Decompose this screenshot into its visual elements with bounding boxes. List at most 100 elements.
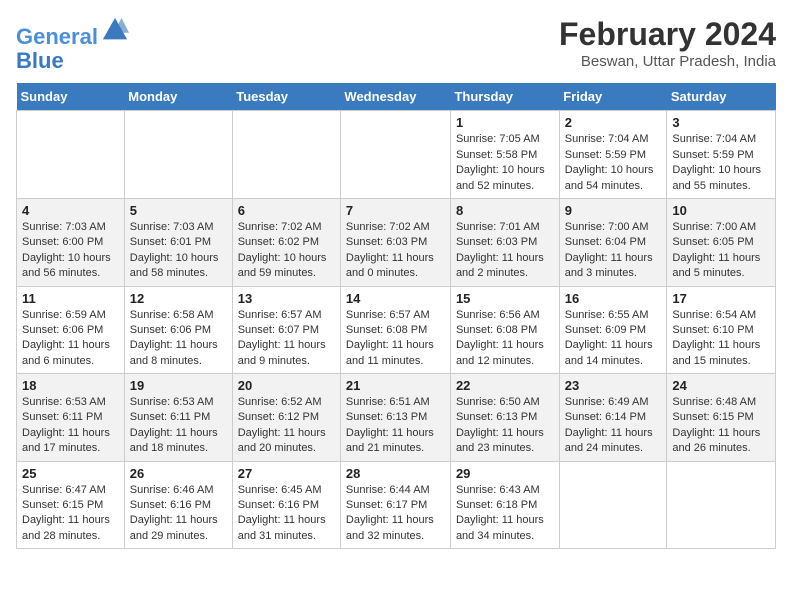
day-info: Sunrise: 6:59 AM Sunset: 6:06 PM Dayligh…	[22, 308, 119, 370]
calendar-cell: 29 Sunrise: 6:43 AM Sunset: 6:18 PM Dayli…	[450, 461, 559, 549]
calendar-table: SundayMondayTuesdayWednesdayThursdayFrid…	[16, 83, 776, 549]
day-info: Sunrise: 6:55 AM Sunset: 6:09 PM Dayligh…	[565, 308, 662, 370]
day-info: Sunrise: 7:01 AM Sunset: 6:03 PM Dayligh…	[456, 220, 554, 282]
calendar-cell	[340, 111, 450, 199]
day-info: Sunrise: 6:46 AM Sunset: 6:16 PM Dayligh…	[130, 483, 227, 545]
day-info: Sunrise: 6:52 AM Sunset: 6:12 PM Dayligh…	[238, 395, 335, 457]
day-info: Sunrise: 6:57 AM Sunset: 6:07 PM Dayligh…	[238, 308, 335, 370]
day-info: Sunrise: 7:02 AM Sunset: 6:02 PM Dayligh…	[238, 220, 335, 282]
calendar-cell: 14 Sunrise: 6:57 AM Sunset: 6:08 PM Dayli…	[340, 286, 450, 374]
calendar-cell	[667, 461, 776, 549]
day-number: 9	[565, 203, 662, 218]
weekday-header-sunday: Sunday	[17, 83, 125, 111]
day-number: 1	[456, 115, 554, 130]
weekday-header-wednesday: Wednesday	[340, 83, 450, 111]
day-info: Sunrise: 6:53 AM Sunset: 6:11 PM Dayligh…	[130, 395, 227, 457]
day-info: Sunrise: 6:54 AM Sunset: 6:10 PM Dayligh…	[672, 308, 770, 370]
calendar-cell: 3 Sunrise: 7:04 AM Sunset: 5:59 PM Daylig…	[667, 111, 776, 199]
calendar-cell	[17, 111, 125, 199]
day-number: 29	[456, 466, 554, 481]
day-number: 18	[22, 378, 119, 393]
day-number: 15	[456, 291, 554, 306]
day-number: 3	[672, 115, 770, 130]
day-number: 5	[130, 203, 227, 218]
day-number: 26	[130, 466, 227, 481]
month-year: February 2024	[559, 16, 776, 53]
calendar-cell: 26 Sunrise: 6:46 AM Sunset: 6:16 PM Dayli…	[124, 461, 232, 549]
logo-icon	[101, 16, 129, 44]
calendar-cell: 5 Sunrise: 7:03 AM Sunset: 6:01 PM Daylig…	[124, 198, 232, 286]
location: Beswan, Uttar Pradesh, India	[559, 53, 776, 70]
day-info: Sunrise: 6:57 AM Sunset: 6:08 PM Dayligh…	[346, 308, 445, 370]
calendar-cell: 8 Sunrise: 7:01 AM Sunset: 6:03 PM Daylig…	[450, 198, 559, 286]
day-number: 22	[456, 378, 554, 393]
day-info: Sunrise: 6:44 AM Sunset: 6:17 PM Dayligh…	[346, 483, 445, 545]
day-number: 4	[22, 203, 119, 218]
day-number: 16	[565, 291, 662, 306]
logo-line2: Blue	[16, 48, 64, 73]
day-number: 27	[238, 466, 335, 481]
day-number: 13	[238, 291, 335, 306]
day-info: Sunrise: 7:00 AM Sunset: 6:04 PM Dayligh…	[565, 220, 662, 282]
day-info: Sunrise: 6:56 AM Sunset: 6:08 PM Dayligh…	[456, 308, 554, 370]
calendar-cell: 11Sunrise: 6:59 AM Sunset: 6:06 PM Dayli…	[17, 286, 125, 374]
calendar-cell: 2Sunrise: 7:04 AM Sunset: 5:59 PM Daylig…	[559, 111, 667, 199]
day-info: Sunrise: 7:00 AM Sunset: 6:05 PM Dayligh…	[672, 220, 770, 282]
calendar-cell: 17Sunrise: 6:54 AM Sunset: 6:10 PM Dayli…	[667, 286, 776, 374]
day-number: 14	[346, 291, 445, 306]
page-header: General Blue February 2024 Beswan, Uttar…	[16, 16, 776, 73]
title-area: February 2024 Beswan, Uttar Pradesh, Ind…	[559, 16, 776, 70]
calendar-cell: 25Sunrise: 6:47 AM Sunset: 6:15 PM Dayli…	[17, 461, 125, 549]
logo-line1: General	[16, 24, 98, 49]
weekday-header-row: SundayMondayTuesdayWednesdayThursdayFrid…	[17, 83, 776, 111]
day-info: Sunrise: 6:49 AM Sunset: 6:14 PM Dayligh…	[565, 395, 662, 457]
calendar-cell: 19Sunrise: 6:53 AM Sunset: 6:11 PM Dayli…	[124, 374, 232, 462]
day-info: Sunrise: 6:48 AM Sunset: 6:15 PM Dayligh…	[672, 395, 770, 457]
day-info: Sunrise: 6:50 AM Sunset: 6:13 PM Dayligh…	[456, 395, 554, 457]
day-number: 23	[565, 378, 662, 393]
day-number: 21	[346, 378, 445, 393]
day-number: 2	[565, 115, 662, 130]
calendar-cell: 10Sunrise: 7:00 AM Sunset: 6:05 PM Dayli…	[667, 198, 776, 286]
weekday-header-saturday: Saturday	[667, 83, 776, 111]
day-info: Sunrise: 7:05 AM Sunset: 5:58 PM Dayligh…	[456, 132, 554, 194]
calendar-cell: 28 Sunrise: 6:44 AM Sunset: 6:17 PM Dayli…	[340, 461, 450, 549]
day-number: 12	[130, 291, 227, 306]
weekday-header-friday: Friday	[559, 83, 667, 111]
calendar-cell: 20 Sunrise: 6:52 AM Sunset: 6:12 PM Dayli…	[232, 374, 340, 462]
calendar-cell: 13 Sunrise: 6:57 AM Sunset: 6:07 PM Dayli…	[232, 286, 340, 374]
calendar-cell: 23 Sunrise: 6:49 AM Sunset: 6:14 PM Dayli…	[559, 374, 667, 462]
day-number: 7	[346, 203, 445, 218]
calendar-cell: 27Sunrise: 6:45 AM Sunset: 6:16 PM Dayli…	[232, 461, 340, 549]
week-row-4: 18 Sunrise: 6:53 AM Sunset: 6:11 PM Dayli…	[17, 374, 776, 462]
day-number: 24	[672, 378, 770, 393]
calendar-cell: 24 Sunrise: 6:48 AM Sunset: 6:15 PM Dayli…	[667, 374, 776, 462]
day-info: Sunrise: 7:03 AM Sunset: 6:00 PM Dayligh…	[22, 220, 119, 282]
day-number: 28	[346, 466, 445, 481]
day-number: 20	[238, 378, 335, 393]
day-info: Sunrise: 6:51 AM Sunset: 6:13 PM Dayligh…	[346, 395, 445, 457]
calendar-cell	[232, 111, 340, 199]
day-info: Sunrise: 7:02 AM Sunset: 6:03 PM Dayligh…	[346, 220, 445, 282]
weekday-header-thursday: Thursday	[450, 83, 559, 111]
day-info: Sunrise: 7:04 AM Sunset: 5:59 PM Dayligh…	[672, 132, 770, 194]
weekday-header-monday: Monday	[124, 83, 232, 111]
logo-text: General Blue	[16, 16, 129, 73]
day-info: Sunrise: 6:53 AM Sunset: 6:11 PM Dayligh…	[22, 395, 119, 457]
week-row-2: 4 Sunrise: 7:03 AM Sunset: 6:00 PM Daylig…	[17, 198, 776, 286]
calendar-cell: 7 Sunrise: 7:02 AM Sunset: 6:03 PM Daylig…	[340, 198, 450, 286]
day-info: Sunrise: 6:58 AM Sunset: 6:06 PM Dayligh…	[130, 308, 227, 370]
day-number: 8	[456, 203, 554, 218]
day-info: Sunrise: 7:03 AM Sunset: 6:01 PM Dayligh…	[130, 220, 227, 282]
day-info: Sunrise: 6:47 AM Sunset: 6:15 PM Dayligh…	[22, 483, 119, 545]
week-row-5: 25Sunrise: 6:47 AM Sunset: 6:15 PM Dayli…	[17, 461, 776, 549]
day-info: Sunrise: 6:43 AM Sunset: 6:18 PM Dayligh…	[456, 483, 554, 545]
week-row-1: 1 Sunrise: 7:05 AM Sunset: 5:58 PM Daylig…	[17, 111, 776, 199]
calendar-cell: 1 Sunrise: 7:05 AM Sunset: 5:58 PM Daylig…	[450, 111, 559, 199]
calendar-cell: 22 Sunrise: 6:50 AM Sunset: 6:13 PM Dayli…	[450, 374, 559, 462]
calendar-cell: 9 Sunrise: 7:00 AM Sunset: 6:04 PM Daylig…	[559, 198, 667, 286]
calendar-cell: 21 Sunrise: 6:51 AM Sunset: 6:13 PM Dayli…	[340, 374, 450, 462]
weekday-header-tuesday: Tuesday	[232, 83, 340, 111]
calendar-cell	[559, 461, 667, 549]
calendar-cell: 18 Sunrise: 6:53 AM Sunset: 6:11 PM Dayli…	[17, 374, 125, 462]
